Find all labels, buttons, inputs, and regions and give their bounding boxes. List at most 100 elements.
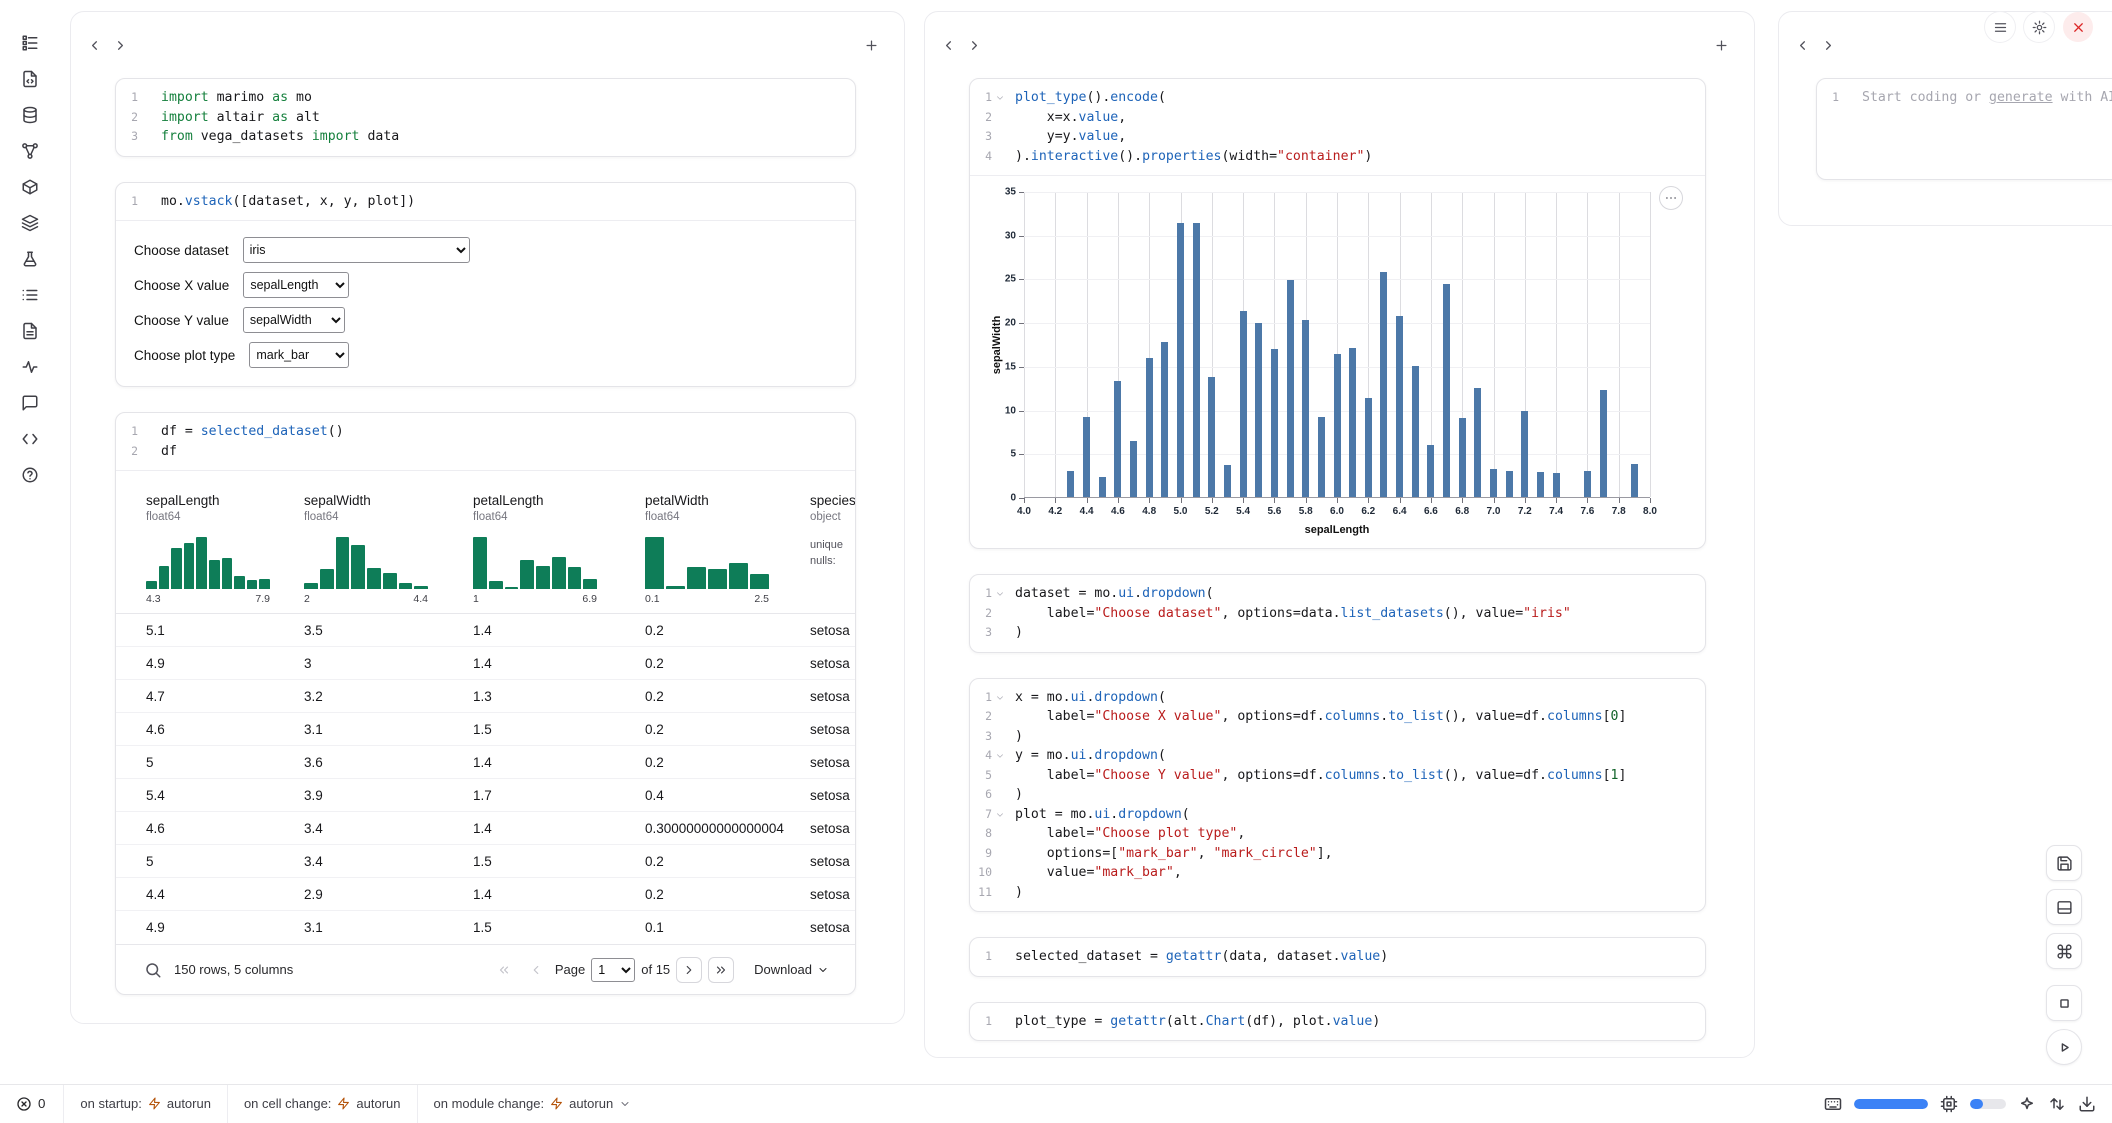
table-cell: setosa (810, 656, 856, 671)
line-number: 2 (116, 108, 153, 128)
column-next-button[interactable] (1815, 32, 1841, 58)
keyboard-shortcuts-button[interactable] (2046, 933, 2082, 969)
notebook-cell: 1plot_type = getattr(alt.Chart(df), plot… (969, 1002, 1706, 1042)
cell-editor[interactable]: 1df = selected_dataset()2df (116, 413, 855, 470)
sidebar-list-button[interactable] (14, 278, 47, 311)
sidebar-file-tree-button[interactable] (14, 26, 47, 59)
cell-editor[interactable]: 1mo.vstack([dataset, x, y, plot]) (116, 183, 855, 221)
column-next-button[interactable] (107, 32, 133, 58)
table-cell: setosa (810, 623, 856, 638)
table-cell: setosa (810, 788, 856, 803)
column-next-button[interactable] (961, 32, 987, 58)
sidebar-help-circle-button[interactable] (14, 458, 47, 491)
sidebar-layers-button[interactable] (14, 206, 47, 239)
chip-label: on module change: (434, 1096, 545, 1111)
choose-dataset-select[interactable]: iris (243, 237, 470, 263)
cell-editor[interactable]: 1x = mo.ui.dropdown(2 label="Choose X va… (970, 679, 1705, 912)
page-select[interactable]: 1 (591, 958, 635, 982)
panel-layout-button[interactable] (2046, 889, 2082, 925)
sidebar-network-button[interactable] (14, 134, 47, 167)
table-cell: 1.4 (473, 821, 645, 836)
ai-assistant-button[interactable] (2018, 1095, 2036, 1113)
code-text: x=x.value, (1015, 108, 1126, 128)
line-number: 7 (970, 805, 1007, 825)
column-header-sepalWidth[interactable]: sepalWidthfloat6424.4 (304, 493, 473, 605)
column-header-petalWidth[interactable]: petalWidthfloat640.12.5 (645, 493, 810, 605)
switch-runtime-button[interactable] (2048, 1095, 2066, 1113)
chart-actions-button[interactable] (1659, 186, 1683, 210)
fold-icon[interactable] (995, 751, 1005, 761)
code-text: selected_dataset = getattr(data, dataset… (1015, 947, 1388, 967)
choose-x-select[interactable]: sepalLength (243, 272, 349, 298)
error-indicator[interactable]: 0 (16, 1096, 63, 1112)
plot-area (1024, 192, 1650, 498)
settings-button[interactable] (2024, 12, 2054, 42)
cell-editor[interactable]: 1Start coding or generate with AI. (1817, 79, 2112, 179)
axis-tick (1650, 498, 1651, 503)
chip-value: autorun (569, 1096, 613, 1111)
notebook-menu-button[interactable] (1985, 12, 2015, 42)
fold-icon[interactable] (995, 589, 1005, 599)
sidebar-database-button[interactable] (14, 98, 47, 131)
next-page-button[interactable] (676, 957, 702, 983)
axis-tick (1149, 498, 1150, 503)
prev-page-button[interactable] (523, 957, 549, 983)
keyboard-shortcuts-footer-button[interactable] (1824, 1095, 1842, 1113)
fold-icon[interactable] (995, 93, 1005, 103)
choose-plot-type-select[interactable]: mark_bar (249, 342, 349, 368)
chart-bar (1365, 398, 1372, 497)
histogram-bar (520, 560, 534, 589)
column-header-petalLength[interactable]: petalLengthfloat6416.9 (473, 493, 645, 605)
cpu-icon (1940, 1095, 1958, 1113)
altair-chart[interactable]: 4.04.24.44.64.85.05.25.45.65.86.06.26.46… (970, 176, 1705, 548)
sidebar-package-button[interactable] (14, 170, 47, 203)
add-cell-button[interactable] (1708, 32, 1734, 58)
download-button[interactable]: Download (754, 962, 829, 977)
add-cell-button[interactable] (858, 32, 884, 58)
table-cell: 1.4 (473, 623, 645, 638)
chart-bar (1287, 280, 1294, 497)
sidebar-beaker-button[interactable] (14, 242, 47, 275)
column-prev-button[interactable] (935, 32, 961, 58)
fold-icon[interactable] (995, 810, 1005, 820)
cell-editor[interactable]: 1dataset = mo.ui.dropdown(2 label="Choos… (970, 575, 1705, 652)
sidebar-message-square-button[interactable] (14, 386, 47, 419)
line-number: 2 (970, 604, 1007, 624)
sidebar-code-button[interactable] (14, 422, 47, 455)
first-page-button[interactable] (491, 957, 517, 983)
cell-editor[interactable]: 1selected_dataset = getattr(data, datase… (970, 938, 1705, 976)
choose-y-select[interactable]: sepalWidth (243, 307, 345, 333)
column-prev-button[interactable] (81, 32, 107, 58)
cell-editor[interactable]: 1plot_type().encode(2 x=x.value,3 y=y.va… (970, 79, 1705, 175)
column-header-species[interactable]: speciesobjectuniquenulls: (810, 493, 856, 605)
on-module-change-chip[interactable]: on module change: autorun (417, 1085, 648, 1123)
x-tick-label: 7.0 (1487, 506, 1501, 517)
fold-icon[interactable] (995, 693, 1005, 703)
x-tick-label: 5.4 (1236, 506, 1250, 517)
chevrons-left-icon (497, 963, 511, 977)
cell-editor[interactable]: 1import marimo as mo2import altair as al… (116, 79, 855, 156)
console-button[interactable] (2046, 985, 2082, 1021)
sidebar-file-code-button[interactable] (14, 62, 47, 95)
code-line: 3) (970, 727, 1695, 747)
line-number: 1 (970, 88, 1007, 108)
shutdown-button[interactable] (2063, 12, 2093, 42)
table-search-button[interactable] (144, 961, 162, 979)
save-button[interactable] (2046, 845, 2082, 881)
run-all-button[interactable] (2046, 1029, 2082, 1065)
status-bar: 0on startup:autorunon cell change:autoru… (0, 1084, 2112, 1122)
column-prev-button[interactable] (1789, 32, 1815, 58)
cell-editor[interactable]: 1plot_type = getattr(alt.Chart(df), plot… (970, 1003, 1705, 1041)
code-line: 9 options=["mark_bar", "mark_circle"], (970, 844, 1695, 864)
export-button[interactable] (2078, 1095, 2096, 1113)
column-header-sepalLength[interactable]: sepalLengthfloat644.37.9 (146, 493, 304, 605)
histogram-bar (645, 537, 664, 589)
generate-with-ai-link[interactable]: generate (1989, 90, 2053, 105)
on-startup-chip[interactable]: on startup:autorun (63, 1085, 227, 1123)
last-page-button[interactable] (708, 957, 734, 983)
sidebar-file-text-button[interactable] (14, 314, 47, 347)
code-text: mo.vstack([dataset, x, y, plot]) (161, 192, 415, 212)
chart-bar (1380, 272, 1387, 497)
on-cell-change-chip[interactable]: on cell change:autorun (227, 1085, 417, 1123)
sidebar-activity-button[interactable] (14, 350, 47, 383)
